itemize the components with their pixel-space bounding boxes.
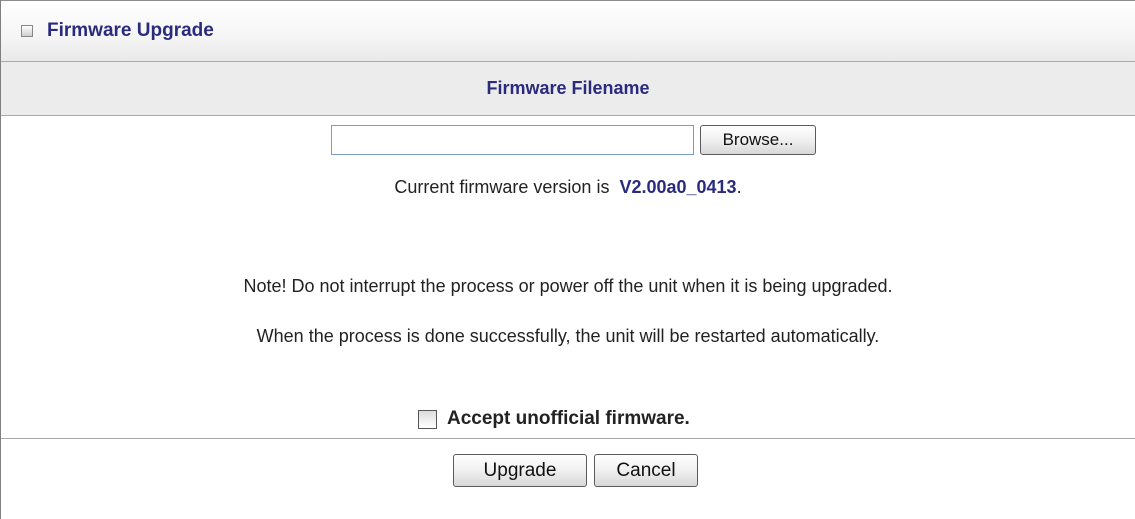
- accept-unofficial-row[interactable]: Accept unofficial firmware.: [418, 408, 690, 430]
- upgrade-button[interactable]: Upgrade: [453, 454, 587, 487]
- section-header: Firmware Filename: [1, 62, 1135, 116]
- section-title: Firmware Filename: [486, 78, 650, 98]
- firmware-version-line: Current firmware version is V2.00a0_0413.: [1, 177, 1135, 198]
- firmware-version-value: V2.00a0_0413: [619, 177, 737, 197]
- firmware-file-input[interactable]: [331, 125, 694, 155]
- content-area: Browse... Current firmware version is V2.…: [1, 116, 1135, 439]
- browse-button[interactable]: Browse...: [700, 125, 816, 155]
- page-title: Firmware Upgrade: [47, 20, 214, 41]
- file-picker: Browse...: [331, 125, 816, 155]
- firmware-upgrade-panel: Firmware Upgrade Firmware Filename Brows…: [0, 0, 1135, 519]
- accept-unofficial-checkbox[interactable]: [418, 409, 437, 429]
- version-suffix: .: [736, 177, 742, 197]
- accept-unofficial-label[interactable]: Accept unofficial firmware.: [447, 408, 690, 430]
- note-restart: When the process is done successfully, t…: [256, 326, 880, 346]
- action-bar: Upgrade Cancel: [1, 439, 1135, 517]
- cancel-button[interactable]: Cancel: [594, 454, 698, 487]
- title-bar: Firmware Upgrade: [1, 0, 1135, 62]
- bullet-square-icon: [21, 25, 33, 37]
- action-buttons: Upgrade Cancel: [453, 454, 698, 487]
- version-prefix: Current firmware version is: [394, 177, 610, 197]
- note-warning: Note! Do not interrupt the process or po…: [243, 276, 893, 296]
